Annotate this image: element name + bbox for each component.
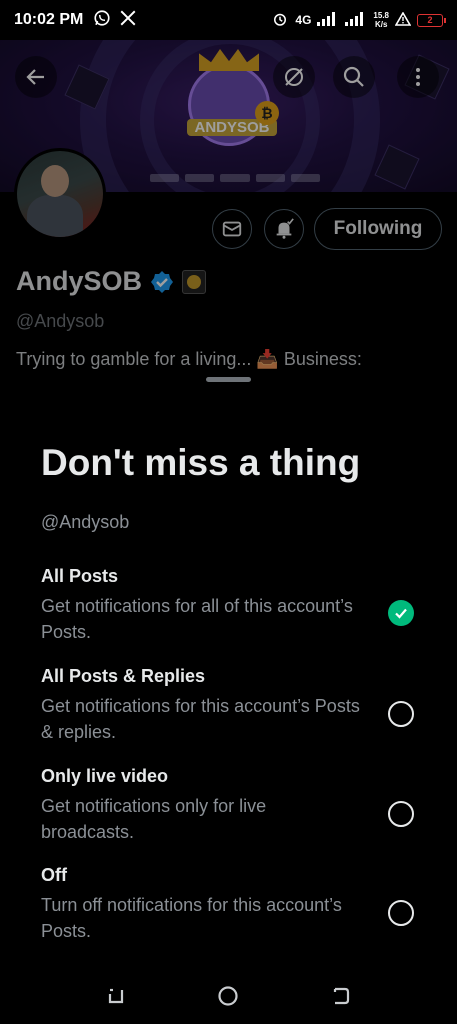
option-all-posts[interactable]: All Posts Get notifications for all of t… (41, 566, 441, 645)
radio-unchecked[interactable] (388, 900, 414, 926)
signal-icon-2 (345, 11, 367, 29)
check-icon (395, 608, 407, 619)
recent-apps-icon[interactable] (104, 984, 128, 1008)
net-speed: 15.8 K/s (373, 11, 389, 29)
grok-button[interactable] (273, 56, 315, 98)
option-description: Get notifications for this account’s Pos… (41, 696, 360, 742)
profile-handle: @Andysob (16, 311, 105, 331)
profile-name-row: AndySOB (16, 266, 207, 297)
net-speed-unit: K/s (374, 20, 388, 29)
following-button[interactable]: Following (314, 208, 442, 250)
option-title: All Posts (41, 566, 119, 586)
back-button[interactable] (15, 56, 57, 98)
banner-logo: ANDYSOB ₿ (187, 49, 279, 146)
option-title: Off (41, 865, 67, 885)
verified-badge-icon[interactable] (150, 270, 174, 294)
warning-icon (394, 10, 412, 29)
alarm-icon (271, 10, 289, 31)
display-name: AndySOB (16, 266, 143, 296)
grok-icon (285, 68, 303, 86)
search-icon (343, 66, 364, 87)
radio-checked[interactable] (388, 600, 414, 626)
network-label: 4G (295, 13, 312, 27)
affiliate-badge-icon[interactable] (182, 269, 207, 294)
option-description: Get notifications only for live broadcas… (41, 796, 267, 842)
arrow-left-icon (26, 69, 44, 85)
more-button[interactable] (397, 56, 439, 98)
bell-check-icon (276, 218, 294, 239)
profile-bio: Trying to gamble for a living... 📥 Busin… (16, 349, 362, 369)
system-nav-bar (0, 968, 457, 1024)
bitcoin-icon: ₿ (255, 101, 279, 125)
option-description: Get notifications for all of this accoun… (41, 596, 353, 642)
battery-icon: 2 (417, 13, 446, 27)
more-vertical-icon (416, 68, 420, 86)
option-only-live-video[interactable]: Only live video Get notifications only f… (41, 766, 441, 845)
battery-level: 2 (427, 15, 433, 25)
dice-decoration (374, 144, 420, 190)
home-icon[interactable] (216, 984, 240, 1008)
sheet-grabber[interactable] (206, 377, 251, 382)
option-off[interactable]: Off Turn off notifications for this acco… (41, 865, 441, 944)
net-speed-value: 15.8 (373, 11, 389, 20)
x-icon (119, 9, 137, 32)
radio-unchecked[interactable] (388, 701, 414, 727)
back-nav-icon[interactable] (329, 984, 353, 1008)
notification-settings-sheet: Don't miss a thing @Andysob All Posts Ge… (0, 372, 457, 1024)
whatsapp-icon (93, 9, 111, 32)
radio-unchecked[interactable] (388, 801, 414, 827)
option-all-posts-replies[interactable]: All Posts & Replies Get notifications fo… (41, 666, 441, 745)
status-bar: 10:02 PM 4G 15.8 K/s 2 (0, 0, 457, 40)
notifications-button[interactable] (264, 209, 304, 249)
option-title: Only live video (41, 766, 169, 786)
avatar-head (41, 165, 69, 197)
status-time: 10:02 PM (14, 11, 84, 28)
sheet-handle: @Andysob (41, 512, 130, 532)
avatar-body (27, 195, 83, 237)
sheet-title: Don't miss a thing (41, 442, 361, 483)
signal-icon (317, 11, 339, 29)
search-button[interactable] (333, 56, 375, 98)
option-description: Turn off notifications for this account’… (41, 895, 342, 941)
avatar[interactable] (14, 148, 106, 240)
mail-icon (222, 221, 242, 237)
message-button[interactable] (212, 209, 252, 249)
option-title: All Posts & Replies (41, 666, 206, 686)
banner-social-strip (150, 174, 321, 182)
